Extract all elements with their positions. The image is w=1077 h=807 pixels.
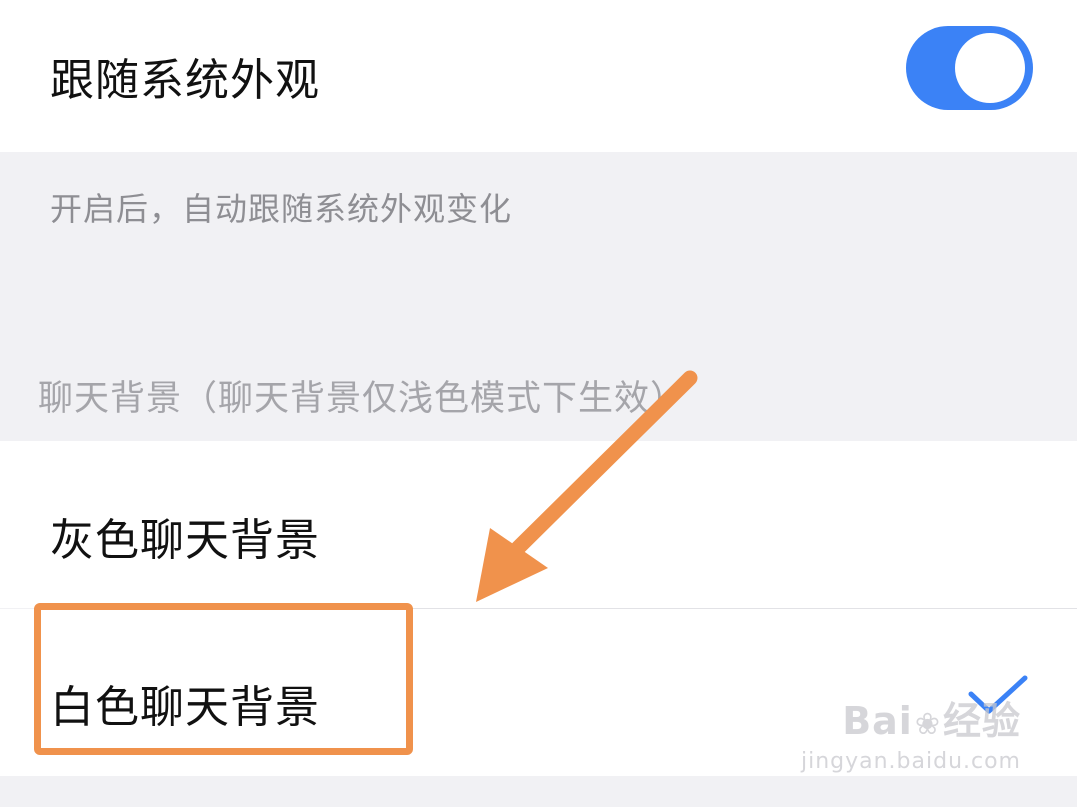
chat-background-section-header: 聊天背景（聊天背景仅浅色模式下生效） <box>38 379 687 419</box>
white-chat-background-label: 白色聊天背景 <box>50 682 320 733</box>
follow-system-row[interactable]: 跟随系统外观 <box>0 0 1077 152</box>
follow-system-hint: 开启后，自动跟随系统外观变化 <box>50 190 513 228</box>
checkmark-icon <box>968 675 1028 714</box>
follow-system-label: 跟随系统外观 <box>50 55 320 106</box>
follow-system-toggle[interactable] <box>906 26 1033 110</box>
white-chat-background-option[interactable]: 白色聊天背景 <box>0 609 1077 776</box>
gray-chat-background-option[interactable]: 灰色聊天背景 <box>0 441 1077 608</box>
toggle-knob <box>955 33 1025 103</box>
gray-chat-background-label: 灰色聊天背景 <box>50 515 320 566</box>
